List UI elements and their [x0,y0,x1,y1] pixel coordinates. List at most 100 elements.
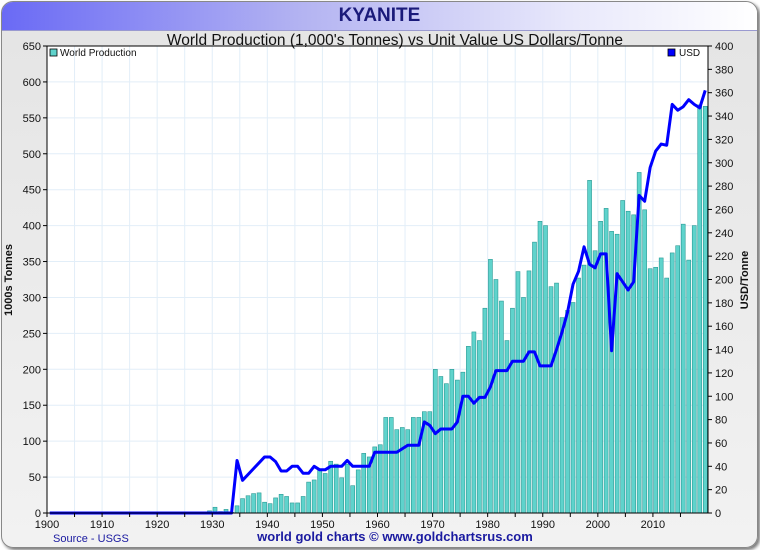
bar-1939 [262,501,267,514]
y2-tick-label: 120 [715,368,733,380]
y-tick-label: 150 [23,400,41,412]
bar-1965 [405,429,411,514]
bar-2002 [609,231,614,514]
y2-tick-label: 0 [715,508,721,520]
bar-1961 [383,417,389,514]
bar-1957 [361,453,367,514]
bar-1947 [306,481,311,514]
bar-1955 [350,485,356,514]
y-tick-label: 350 [23,257,41,269]
bar-1966 [411,417,416,514]
bar-1954 [344,463,350,514]
y2-tick-label: 100 [715,391,733,403]
y-tick-label: 600 [23,77,41,89]
bar-1964 [399,427,405,514]
legend-swatch-usd [667,48,676,57]
y-tick-label: 400 [23,221,41,233]
bar-1945 [295,502,300,514]
bar-1994 [565,310,570,514]
x-tick-label: 1900 [35,519,59,531]
bar-1951 [328,460,333,514]
y-tick-label: 200 [23,364,41,376]
bar-1934 [234,505,240,514]
y2-tick-label: 220 [715,251,733,263]
bar-1996 [576,277,581,514]
bar-1993 [559,317,565,514]
bar-1962 [388,417,394,514]
y2-tick-label: 360 [715,88,733,100]
y2-tick-label: 80 [715,415,727,427]
x-tick-label: 2010 [641,519,665,531]
bar-2016 [686,259,692,514]
y2-tick-label: 400 [715,41,733,53]
bar-1941 [273,497,278,514]
legend-swatch-production [49,48,58,57]
bar-1953 [339,477,344,514]
y-tick-label: 450 [23,185,41,197]
x-tick-label: 1920 [145,519,169,531]
y2-tick-label: 40 [715,461,727,473]
legend-label-production: World Production [60,48,137,59]
bar-1960 [377,444,383,514]
bar-1974 [455,379,460,514]
bar-1984 [510,307,515,514]
bar-1979 [482,307,488,514]
bar-2012 [664,277,669,514]
bar-1946 [300,496,306,514]
bar-1967 [416,417,422,514]
bar-1935 [240,498,245,514]
credit-label: world gold charts © www.goldchartsrus.co… [256,529,533,544]
bar-2010 [653,266,658,514]
bar-1943 [284,496,289,514]
y-tick-label: 250 [23,328,41,340]
bar-1972 [444,383,449,514]
bar-2019 [702,106,708,514]
bar-2009 [647,268,653,514]
bar-2018 [697,104,703,514]
legend-label-usd: USD [679,48,700,59]
x-tick-label: 1990 [531,519,555,531]
bar-1998 [587,180,592,514]
bar-1942 [278,494,284,514]
y2-tick-label: 300 [715,158,733,170]
bar-2008 [642,209,647,514]
bar-1978 [477,340,482,514]
bar-1952 [333,463,339,514]
y-tick-label: 50 [29,472,41,484]
bar-1992 [554,282,559,514]
y2-tick-label: 340 [715,111,733,123]
x-tick-label: 2000 [586,519,610,531]
bar-1997 [581,264,587,514]
source-label: Source - USGS [53,533,129,545]
bar-2004 [620,200,625,514]
y-tick-label: 550 [23,113,41,125]
bar-1944 [289,502,295,514]
bar-1982 [499,300,504,514]
bar-2011 [658,257,664,514]
bar-1991 [548,286,554,514]
bar-1976 [466,346,471,514]
bar-1950 [322,473,328,514]
bar-1981 [493,279,499,514]
y2-tick-label: 60 [715,438,727,450]
bar-1995 [570,302,576,514]
y-axis-label: 1000s Tonnes [3,244,15,316]
bar-1973 [449,369,455,514]
bar-1990 [543,225,548,514]
y2-tick-label: 160 [715,321,733,333]
bar-1937 [251,493,256,514]
y-tick-label: 500 [23,149,41,161]
bar-1940 [267,503,273,514]
bar-1948 [311,479,317,514]
y-tick-label: 300 [23,292,41,304]
y2-tick-label: 260 [715,204,733,216]
y2-tick-label: 320 [715,134,733,146]
y-tick-label: 650 [23,41,41,53]
bar-1938 [256,492,262,514]
y2-tick-label: 20 [715,485,727,497]
bar-2017 [691,225,697,514]
bar-1985 [515,271,521,514]
bar-2014 [675,245,681,514]
bar-1956 [355,469,361,514]
y2-tick-label: 240 [715,228,733,240]
